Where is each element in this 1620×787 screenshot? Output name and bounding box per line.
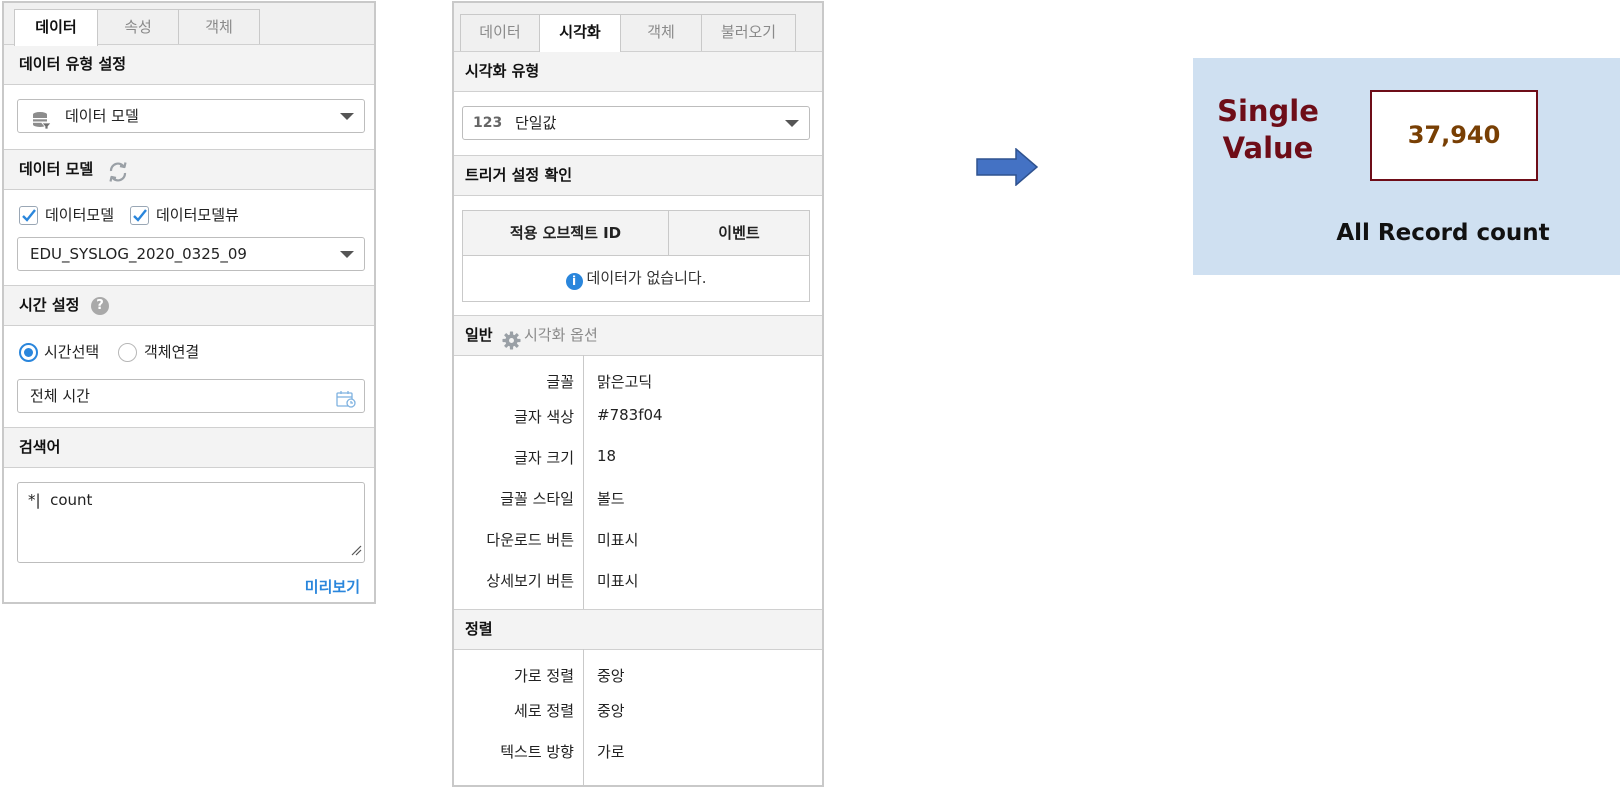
checkbox-datamodel-label: 데이터모델 [45, 206, 115, 224]
data-settings-panel: 데이터 속성 객체 데이터 유형 설정 데이터 모델 데이터 모델 데이터모델 … [2, 1, 376, 604]
tab-objects[interactable]: 객체 [178, 9, 260, 46]
chevron-down-icon [785, 120, 799, 127]
radio-time-select-label: 시간선택 [44, 343, 100, 361]
radio-object-link-label: 객체연결 [144, 343, 200, 361]
prop-font-key: 글꼴 [546, 373, 574, 391]
refresh-icon[interactable] [107, 159, 129, 198]
prop-font-value[interactable]: 맑은고딕 [597, 371, 652, 392]
resize-handle-icon[interactable] [350, 542, 362, 560]
single-value-label-line2: Value [1222, 131, 1314, 165]
tab-visualization[interactable]: 시각화 [539, 14, 621, 52]
viz-type-section-title: 시각화 유형 [454, 51, 822, 92]
time-range-field[interactable]: 전체 시간 [17, 379, 365, 413]
prop-style-key: 글꼴 스타일 [500, 490, 574, 508]
tab-data[interactable]: 데이터 [460, 14, 540, 52]
radio-time-select[interactable] [19, 343, 38, 362]
mid-tab-bar: 데이터 시각화 객체 불러오기 [454, 3, 822, 52]
radio-object-link[interactable] [118, 343, 137, 362]
search-query-text: *| count [28, 491, 93, 509]
time-section-title: 시간 설정 ? [4, 285, 374, 326]
tab-properties[interactable]: 속성 [97, 9, 179, 46]
prop-valign-value[interactable]: 중앙 [597, 700, 625, 721]
trigger-col-event: 이벤트 [669, 211, 809, 256]
record-count-caption: All Record count [1336, 220, 1550, 246]
calendar-icon[interactable] [336, 387, 356, 419]
prop-download-key: 다운로드 버튼 [486, 531, 574, 549]
align-divider [583, 649, 584, 787]
prop-size-value[interactable]: 18 [597, 447, 616, 465]
preview-link[interactable]: 미리보기 [305, 576, 360, 597]
help-icon[interactable]: ? [91, 297, 109, 315]
checkbox-datamodelview[interactable] [130, 206, 149, 225]
align-section-title: 정렬 [454, 609, 822, 650]
search-query-textarea[interactable]: *| count [17, 482, 365, 563]
trigger-table: 적용 오브젝트 ID 이벤트 i 데이터가 없습니다. [462, 210, 810, 302]
prop-textdir-value[interactable]: 가로 [597, 741, 625, 762]
viz-type-select[interactable]: 123 단일값 [462, 106, 810, 140]
prop-color-key: 글자 색상 [514, 408, 574, 426]
general-title-text: 일반 [465, 326, 493, 344]
tab-import[interactable]: 불러오기 [701, 14, 796, 52]
prop-style-value[interactable]: 볼드 [597, 488, 625, 509]
single-value-widget: Single Value 37,940 All Record count [1193, 58, 1620, 275]
viz-type-value: 단일값 [515, 114, 557, 132]
tab-objects[interactable]: 객체 [620, 14, 702, 52]
trigger-empty-row: i 데이터가 없습니다. [463, 257, 809, 301]
prop-valign-key: 세로 정렬 [514, 702, 574, 720]
prop-detail-value[interactable]: 미표시 [597, 570, 638, 591]
single-value-type-icon: 123 [473, 115, 503, 131]
prop-size-key: 글자 크기 [514, 449, 574, 467]
general-section-title: 일반 시각화 옵션 [454, 315, 822, 356]
info-icon: i [565, 273, 583, 290]
left-tab-bar: 데이터 속성 객체 [4, 3, 374, 46]
prop-color-value[interactable]: #783f04 [597, 406, 663, 424]
trigger-section-title: 트리거 설정 확인 [454, 155, 822, 196]
single-value-display: 37,940 [1370, 90, 1538, 181]
prop-download-value[interactable]: 미표시 [597, 529, 638, 550]
trigger-empty-message: 데이터가 없습니다. [586, 269, 707, 287]
gear-icon[interactable] [502, 326, 521, 365]
prop-detail-key: 상세보기 버튼 [486, 572, 574, 590]
single-value-label-line1: Single [1217, 94, 1319, 128]
data-type-value: 데이터 모델 [65, 107, 139, 125]
prop-textdir-key: 텍스트 방향 [500, 743, 574, 761]
checkbox-datamodel[interactable] [19, 206, 38, 225]
data-model-title-text: 데이터 모델 [19, 160, 94, 178]
data-model-select[interactable]: EDU_SYSLOG_2020_0325_09 [17, 237, 365, 271]
database-icon [32, 108, 52, 140]
time-title-text: 시간 설정 [19, 296, 80, 314]
chevron-down-icon [340, 113, 354, 120]
general-divider [583, 355, 584, 610]
visualization-settings-panel: 데이터 시각화 객체 불러오기 시각화 유형 123 단일값 트리거 설정 확인… [452, 1, 824, 787]
prop-halign-key: 가로 정렬 [514, 667, 574, 685]
time-range-value: 전체 시간 [30, 387, 90, 405]
tab-data[interactable]: 데이터 [14, 9, 98, 46]
data-model-value: EDU_SYSLOG_2020_0325_09 [30, 245, 247, 263]
data-type-select[interactable]: 데이터 모델 [17, 99, 365, 133]
data-model-section-title: 데이터 모델 [4, 149, 374, 190]
search-section-title: 검색어 [4, 427, 374, 468]
prop-halign-value[interactable]: 중앙 [597, 665, 625, 686]
data-type-section-title: 데이터 유형 설정 [4, 44, 374, 85]
right-arrow-icon [976, 147, 1039, 190]
viz-options-link[interactable]: 시각화 옵션 [524, 316, 598, 355]
chevron-down-icon [340, 251, 354, 258]
checkbox-datamodelview-label: 데이터모델뷰 [156, 206, 239, 224]
trigger-col-object-id: 적용 오브젝트 ID [463, 211, 669, 256]
